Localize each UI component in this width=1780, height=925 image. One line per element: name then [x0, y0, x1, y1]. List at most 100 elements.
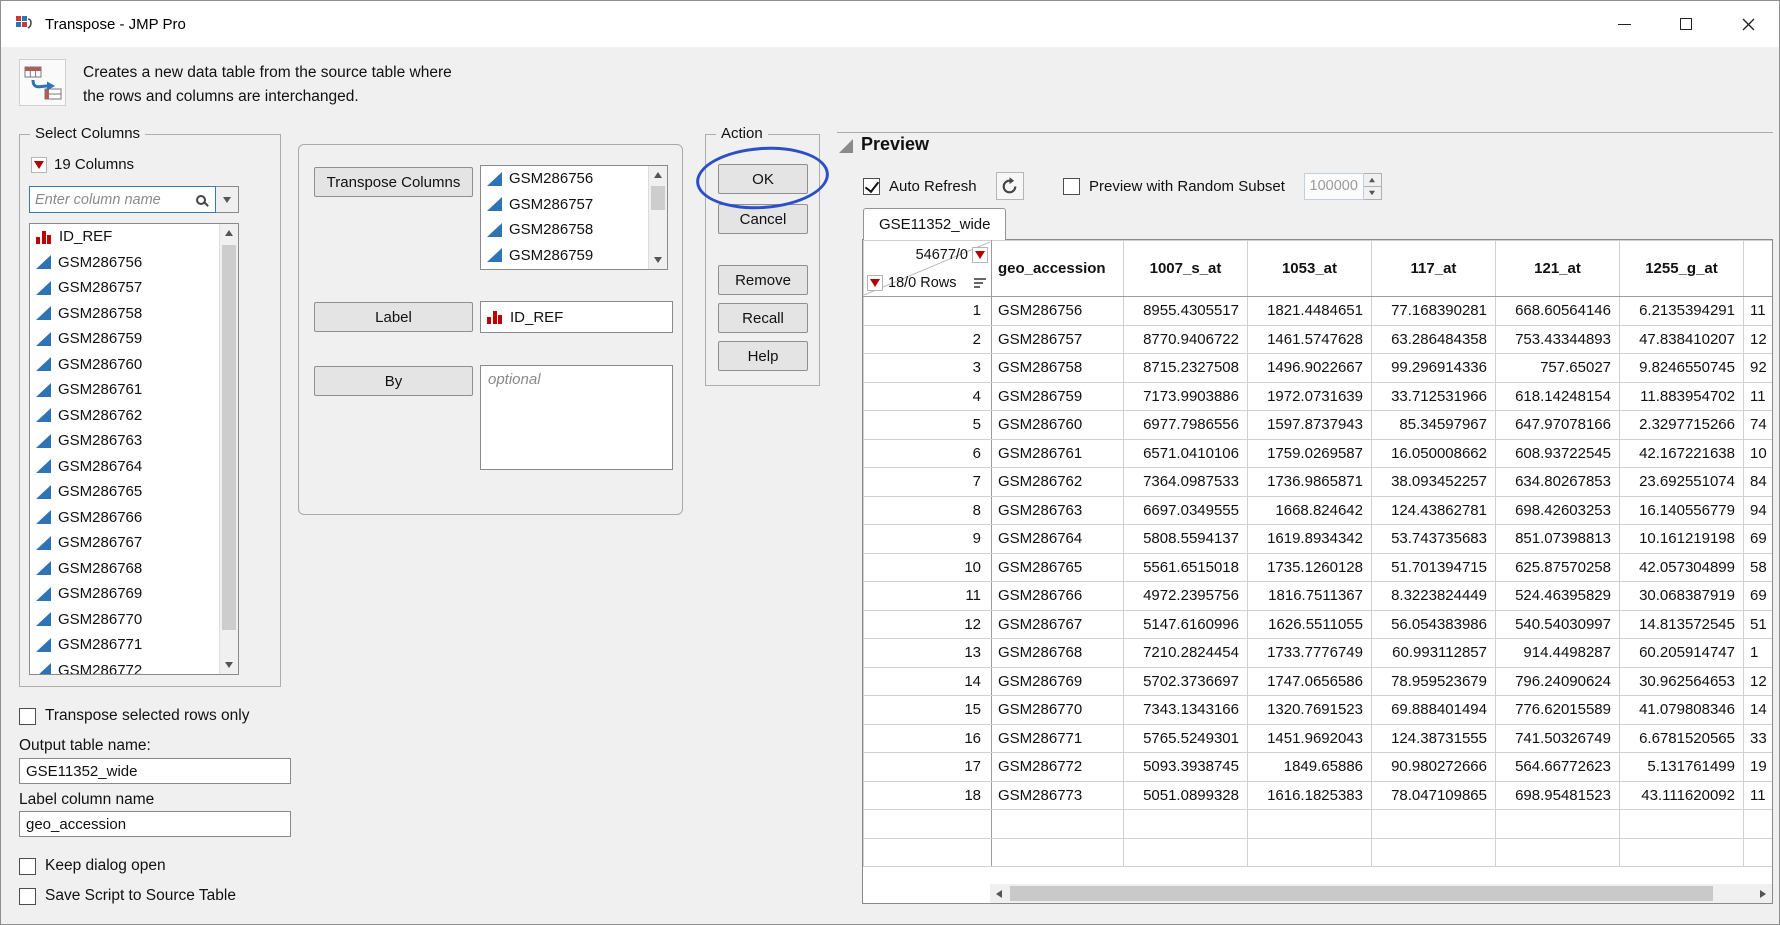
cell[interactable]: 51.701394715: [1372, 553, 1496, 582]
ok-button[interactable]: OK: [718, 164, 808, 194]
row-number[interactable]: 10: [864, 553, 992, 582]
tab-gse11352-wide[interactable]: GSE11352_wide: [863, 208, 1006, 240]
maximize-button[interactable]: [1655, 1, 1717, 47]
cell[interactable]: GSM286764: [992, 525, 1124, 554]
cell[interactable]: 618.14248154: [1496, 382, 1620, 411]
column-header[interactable]: 121_at: [1496, 241, 1620, 297]
cell[interactable]: 1496.9022667: [1248, 354, 1372, 383]
cell[interactable]: 51: [1744, 610, 1774, 639]
select-column-item[interactable]: GSM286768: [30, 556, 219, 582]
cell[interactable]: GSM286772: [992, 753, 1124, 782]
table-horizontal-scrollbar[interactable]: [990, 884, 1772, 903]
scroll-down-arrow[interactable]: [649, 251, 667, 269]
cell[interactable]: GSM286763: [992, 496, 1124, 525]
cell[interactable]: 5093.3938745: [1124, 753, 1248, 782]
cell[interactable]: 7364.0987533: [1124, 468, 1248, 497]
cell[interactable]: GSM286761: [992, 439, 1124, 468]
cell[interactable]: 698.95481523: [1496, 781, 1620, 810]
cell[interactable]: 23.692551074: [1620, 468, 1744, 497]
row-number[interactable]: 2: [864, 325, 992, 354]
select-column-item[interactable]: GSM286770: [30, 607, 219, 633]
cell[interactable]: 753.43344893: [1496, 325, 1620, 354]
row-number[interactable]: 17: [864, 753, 992, 782]
select-column-item[interactable]: GSM286764: [30, 454, 219, 480]
cell[interactable]: 10.161219198: [1620, 525, 1744, 554]
label-role-button[interactable]: Label: [314, 302, 473, 332]
row-number[interactable]: 14: [864, 667, 992, 696]
row-order-icon[interactable]: [974, 278, 988, 288]
cell[interactable]: 42.167221638: [1620, 439, 1744, 468]
cell[interactable]: 14: [1744, 696, 1774, 725]
select-column-item[interactable]: GSM286758: [30, 301, 219, 327]
cell[interactable]: 851.07398813: [1496, 525, 1620, 554]
output-table-name-field[interactable]: GSE11352_wide: [19, 758, 291, 784]
cell[interactable]: GSM286765: [992, 553, 1124, 582]
cast-column-item[interactable]: GSM286757: [481, 192, 648, 218]
cell[interactable]: 47.838410207: [1620, 325, 1744, 354]
row-number[interactable]: 7: [864, 468, 992, 497]
cell[interactable]: 741.50326749: [1496, 724, 1620, 753]
cell[interactable]: 77.168390281: [1372, 297, 1496, 326]
cast-column-item[interactable]: GSM286756: [481, 166, 648, 192]
cell[interactable]: 1972.0731639: [1248, 382, 1372, 411]
cell[interactable]: 30.068387919: [1620, 582, 1744, 611]
cell[interactable]: 78.047109865: [1372, 781, 1496, 810]
cell[interactable]: GSM286762: [992, 468, 1124, 497]
cell[interactable]: 7343.1343166: [1124, 696, 1248, 725]
cell[interactable]: 6571.0410106: [1124, 439, 1248, 468]
column-header[interactable]: geo_accession: [992, 241, 1124, 297]
transpose-selected-rows-checkbox[interactable]: [19, 708, 36, 725]
cell[interactable]: 5.131761499: [1620, 753, 1744, 782]
cell[interactable]: 540.54030997: [1496, 610, 1620, 639]
cell[interactable]: 634.80267853: [1496, 468, 1620, 497]
cell[interactable]: 60.993112857: [1372, 639, 1496, 668]
cell[interactable]: GSM286758: [992, 354, 1124, 383]
cell[interactable]: GSM286768: [992, 639, 1124, 668]
cell[interactable]: 69.888401494: [1372, 696, 1496, 725]
cell[interactable]: 85.34597967: [1372, 411, 1496, 440]
cell[interactable]: 1461.5747628: [1248, 325, 1372, 354]
cell[interactable]: 11: [1744, 382, 1774, 411]
cell[interactable]: 1747.0656586: [1248, 667, 1372, 696]
cell[interactable]: 42.057304899: [1620, 553, 1744, 582]
cell[interactable]: 74: [1744, 411, 1774, 440]
disclosure-triangle-icon[interactable]: [839, 139, 853, 153]
cell[interactable]: 69: [1744, 582, 1774, 611]
cell[interactable]: 1597.8737943: [1248, 411, 1372, 440]
cell[interactable]: 1736.9865871: [1248, 468, 1372, 497]
cell[interactable]: GSM286756: [992, 297, 1124, 326]
cell[interactable]: 1668.824642: [1248, 496, 1372, 525]
cell[interactable]: 92: [1744, 354, 1774, 383]
cell[interactable]: 524.46395829: [1496, 582, 1620, 611]
spin-down-button[interactable]: [1364, 187, 1382, 200]
recall-button[interactable]: Recall: [718, 303, 808, 333]
select-column-item[interactable]: GSM286761: [30, 377, 219, 403]
rows-red-triangle-icon[interactable]: [867, 275, 883, 291]
cell[interactable]: 41.079808346: [1620, 696, 1744, 725]
cell[interactable]: 94: [1744, 496, 1774, 525]
row-number[interactable]: 5: [864, 411, 992, 440]
column-header[interactable]: 1255_g_at: [1620, 241, 1744, 297]
row-number[interactable]: 9: [864, 525, 992, 554]
cell[interactable]: 564.66772623: [1496, 753, 1620, 782]
cell[interactable]: 60.205914747: [1620, 639, 1744, 668]
scroll-thumb[interactable]: [1010, 886, 1713, 901]
minimize-button[interactable]: [1593, 1, 1655, 47]
cell[interactable]: 19: [1744, 753, 1774, 782]
cell[interactable]: 84: [1744, 468, 1774, 497]
cell[interactable]: 12: [1744, 667, 1774, 696]
select-column-item[interactable]: GSM286772: [30, 658, 219, 676]
column-header[interactable]: 1007_s_at: [1124, 241, 1248, 297]
row-number[interactable]: 8: [864, 496, 992, 525]
cell[interactable]: 63.286484358: [1372, 325, 1496, 354]
cell[interactable]: 5765.5249301: [1124, 724, 1248, 753]
cell[interactable]: 5561.6515018: [1124, 553, 1248, 582]
select-column-item[interactable]: GSM286769: [30, 581, 219, 607]
cell[interactable]: 56.054383986: [1372, 610, 1496, 639]
columns-red-triangle-icon[interactable]: [972, 247, 988, 263]
select-column-item[interactable]: GSM286759: [30, 326, 219, 352]
scroll-up-arrow[interactable]: [649, 166, 667, 184]
cell[interactable]: 1735.1260128: [1248, 553, 1372, 582]
cell[interactable]: 1733.7776749: [1248, 639, 1372, 668]
row-number[interactable]: 1: [864, 297, 992, 326]
